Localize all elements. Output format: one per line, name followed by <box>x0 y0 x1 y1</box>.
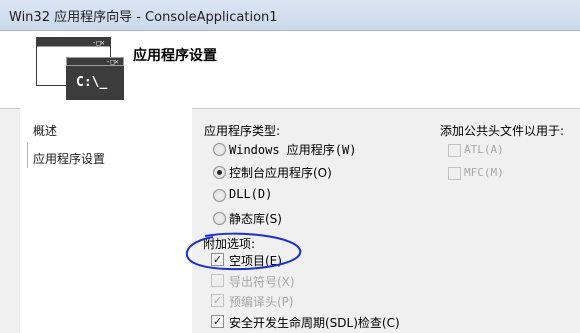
common-headers-heading: 添加公共头文件以用于: <box>440 124 565 138</box>
radio-dll-label[interactable]: DLL(D) <box>229 187 272 201</box>
console-app-icon: -□× -□× C:\_ <box>36 37 124 100</box>
app-type-heading: 应用程序类型: <box>204 124 281 138</box>
checkbox-mfc <box>448 167 461 180</box>
svg-text:-□×: -□× <box>92 39 105 47</box>
title-bar: Win32 应用程序向导 - ConsoleApplication1 <box>0 0 580 31</box>
page-title: 应用程序设置 <box>133 48 217 64</box>
checkbox-precompiled-header-label: 预编译头(P) <box>229 295 294 309</box>
radio-console-app[interactable] <box>213 166 226 179</box>
sidebar-selection-marker <box>27 143 28 168</box>
radio-dll[interactable] <box>213 189 226 202</box>
radio-windows-app[interactable] <box>213 143 226 156</box>
window-title: Win32 应用程序向导 - ConsoleApplication1 <box>9 10 278 25</box>
sidebar-item-overview[interactable]: 概述 <box>33 122 57 139</box>
annotation-circle <box>185 232 302 271</box>
checkbox-atl-label: ATL(A) <box>464 143 504 156</box>
sidebar-item-app-settings[interactable]: 应用程序设置 <box>33 150 105 167</box>
checkbox-sdl-checks-label[interactable]: 安全开发生命周期(SDL)检查(C) <box>229 314 400 331</box>
radio-static-lib[interactable] <box>213 212 226 225</box>
checkbox-export-symbols-label: 导出符号(X) <box>229 275 295 289</box>
radio-static-lib-label[interactable]: 静态库(S) <box>229 210 282 227</box>
checkbox-precompiled-header: ✓ <box>211 294 224 307</box>
checkbox-sdl-checks[interactable]: ✓ <box>211 315 224 328</box>
radio-console-app-label[interactable]: 控制台应用程序(O) <box>229 164 332 181</box>
console-prompt-text: C:\_ <box>76 75 107 90</box>
wizard-sidebar <box>20 108 192 333</box>
svg-text:-□×: -□× <box>106 58 119 66</box>
checkbox-mfc-label: MFC(M) <box>464 166 504 179</box>
checkbox-atl <box>448 144 461 157</box>
checkbox-export-symbols <box>211 274 224 287</box>
radio-windows-app-label[interactable]: Windows 应用程序(W) <box>229 141 356 158</box>
wizard-header: -□× -□× C:\_ 应用程序设置 <box>0 31 580 109</box>
